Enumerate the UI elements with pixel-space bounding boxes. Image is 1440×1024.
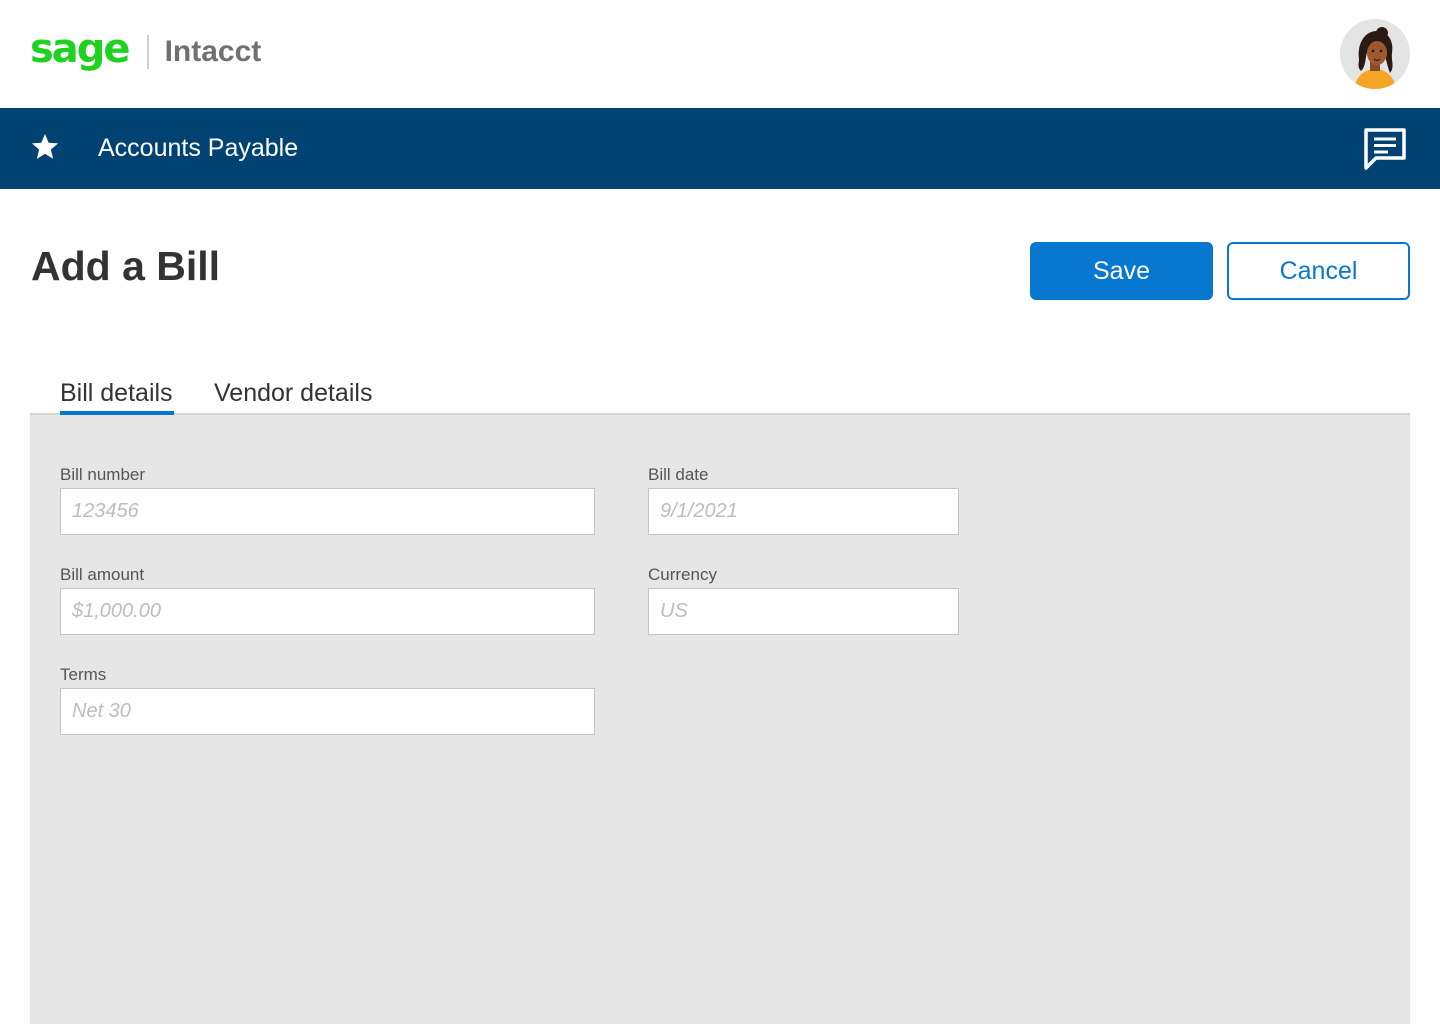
- tab-vendor-details[interactable]: Vendor details: [214, 378, 372, 408]
- cancel-button[interactable]: Cancel: [1227, 242, 1410, 300]
- bill-number-input[interactable]: [60, 488, 595, 535]
- brand-product-text: Intacct: [164, 35, 262, 68]
- currency-label: Currency: [648, 565, 717, 584]
- bill-date-input[interactable]: [648, 488, 959, 535]
- avatar-illustration: [1340, 19, 1410, 89]
- tab-bill-details[interactable]: Bill details: [60, 378, 173, 408]
- terms-input[interactable]: [60, 688, 595, 735]
- top-header: sage Intacct: [0, 0, 1440, 108]
- brand-divider: [146, 35, 149, 69]
- user-avatar-icon[interactable]: [1340, 19, 1410, 89]
- nav-title: Accounts Payable: [98, 134, 299, 162]
- terms-label: Terms: [60, 665, 107, 684]
- brand-logo[interactable]: sage Intacct: [30, 28, 261, 76]
- bill-amount-input[interactable]: [60, 588, 595, 635]
- brand-sage-text: sage: [30, 26, 131, 72]
- chat-icon[interactable]: [1362, 126, 1408, 172]
- bill-details-panel: Bill number Bill date Bill amount Curren…: [30, 415, 1410, 1024]
- currency-input[interactable]: [648, 588, 959, 635]
- bill-date-label: Bill date: [648, 465, 709, 484]
- star-icon[interactable]: [30, 132, 60, 162]
- save-button[interactable]: Save: [1030, 242, 1213, 300]
- bill-number-label: Bill number: [60, 465, 146, 484]
- tab-bar: Bill details Vendor details: [30, 372, 1410, 415]
- bill-amount-label: Bill amount: [60, 565, 145, 584]
- page-title: Add a Bill: [31, 243, 221, 289]
